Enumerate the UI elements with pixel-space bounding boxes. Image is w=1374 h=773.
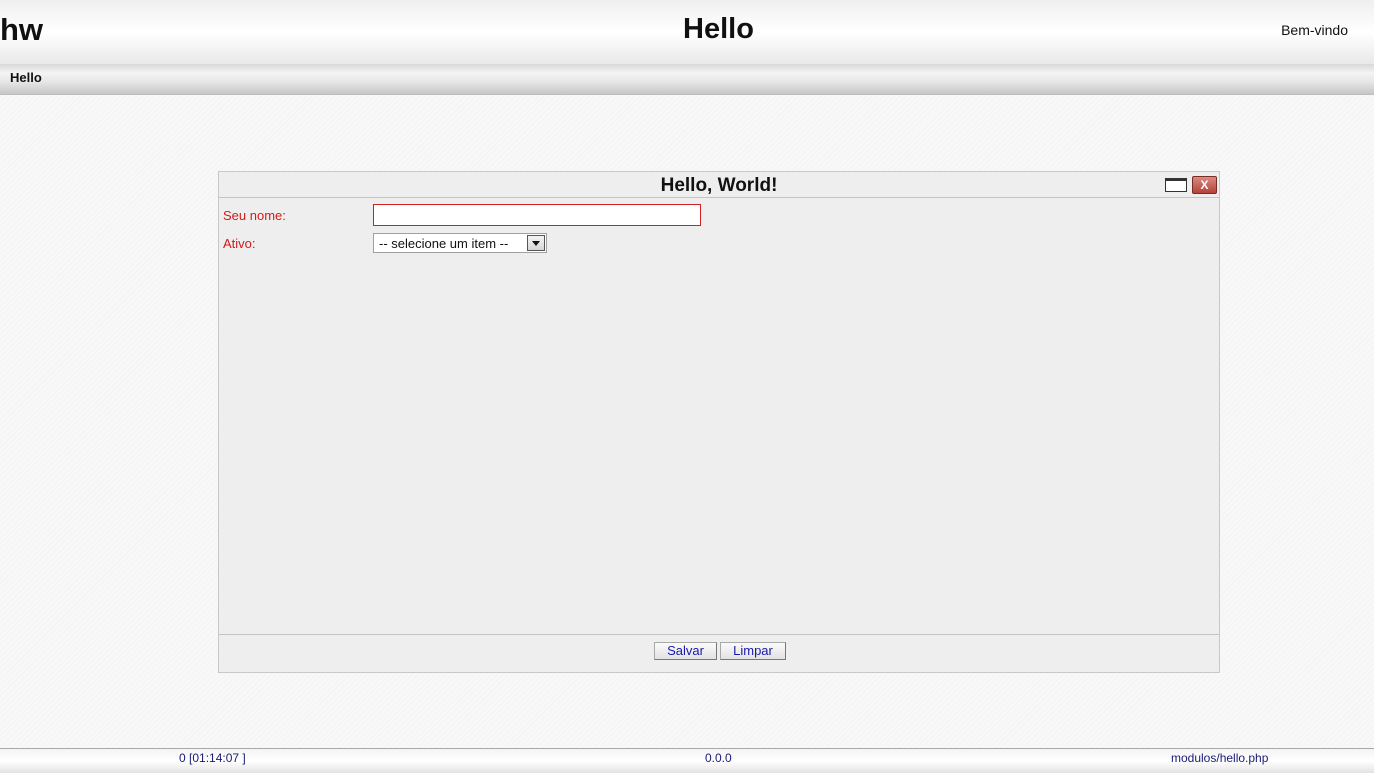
maximize-icon[interactable] xyxy=(1165,178,1187,192)
active-label: Ativo: xyxy=(223,236,256,251)
status-module-path: modulos/hello.php xyxy=(1171,751,1269,765)
menu-bar: Hello xyxy=(0,64,1374,95)
close-icon[interactable]: X xyxy=(1192,176,1217,194)
menu-item-hello[interactable]: Hello xyxy=(10,70,42,85)
app-header: hw Hello Bem-vindo xyxy=(0,0,1374,64)
name-label: Seu nome: xyxy=(223,208,286,223)
chevron-down-icon[interactable] xyxy=(527,235,545,251)
status-session-time: 0 [01:14:07 ] xyxy=(179,751,246,765)
save-button[interactable]: Salvar xyxy=(654,642,717,660)
window-footer: Salvar Limpar xyxy=(219,634,1219,672)
hello-world-window: Hello, World! X Seu nome: Ativo: -- sele… xyxy=(218,171,1220,673)
welcome-text: Bem-vindo xyxy=(1281,22,1348,38)
window-titlebar: Hello, World! X xyxy=(219,172,1219,198)
name-input[interactable] xyxy=(373,204,701,226)
status-bar: 0 [01:14:07 ] 0.0.0 modulos/hello.php xyxy=(0,748,1374,773)
active-select[interactable]: -- selecione um item -- xyxy=(373,233,547,253)
active-select-value: -- selecione um item -- xyxy=(379,236,509,251)
window-title: Hello, World! xyxy=(660,175,778,196)
status-version: 0.0.0 xyxy=(705,751,732,765)
clear-button[interactable]: Limpar xyxy=(720,642,786,660)
app-title: Hello xyxy=(683,13,754,45)
